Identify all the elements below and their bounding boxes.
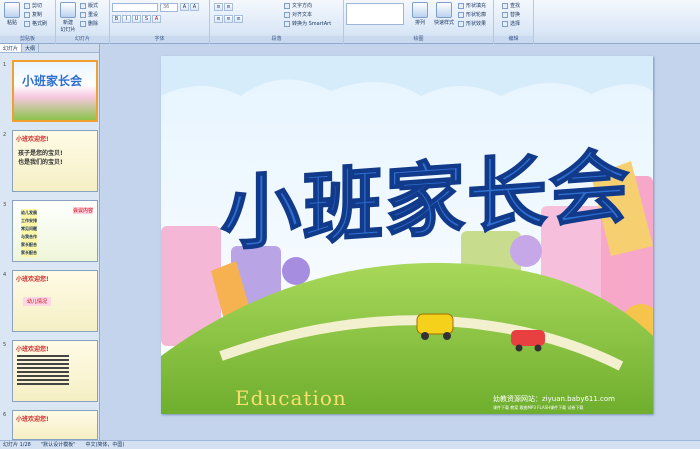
language-indicator[interactable]: 中文(简体，中国) (85, 441, 124, 449)
numbering-button[interactable]: ≡ (224, 3, 233, 11)
slide-panel: 幻灯片 大纲 1 小班家长会 2 小班欢迎您! 孩子是您的宝贝! 也是我们的宝贝!… (0, 44, 100, 440)
strike-button[interactable]: S (142, 15, 151, 23)
font-size-input[interactable]: 36 (160, 3, 178, 12)
text-direction-button[interactable]: 文字方向 (284, 2, 312, 10)
align-left-button[interactable]: ≡ (214, 15, 223, 23)
slide-thumbnail-5[interactable]: 5 小班欢迎您! (2, 340, 98, 402)
font-name-input[interactable] (112, 3, 158, 12)
copy-button[interactable]: 复制 (24, 11, 42, 19)
brush-icon (24, 21, 30, 27)
thumbnail-image: 小班欢迎您! 幼儿情况 (12, 270, 98, 332)
quick-styles-icon (436, 2, 452, 18)
outline-icon (458, 12, 464, 18)
format-painter-button[interactable]: 格式刷 (24, 20, 47, 28)
ribbon: 粘贴 剪切 复制 格式刷 剪贴板 新建 幻灯片 版式 重设 删除 幻灯片 36 A… (0, 0, 700, 44)
drawing-group: 排列 快速样式 形状填充 形状轮廓 形状效果 绘图 (344, 0, 494, 44)
font-group: 36 A A B I U S A 字体 (110, 0, 210, 44)
group-label: 字体 (110, 36, 209, 43)
smartart-icon (284, 21, 290, 27)
reset-button[interactable]: 重设 (80, 11, 98, 19)
reset-icon (80, 12, 86, 18)
shape-outline-button[interactable]: 形状轮廓 (458, 11, 486, 19)
group-label: 段落 (210, 36, 343, 43)
select-icon (502, 21, 508, 27)
slide-editor: 小班家长会 Education 幼教资源网站：ziyuan.baby611.co… (101, 44, 700, 440)
thumbnail-image: 小班欢迎您! (12, 340, 98, 402)
arrange-icon (412, 2, 428, 18)
delete-slide-button[interactable]: 删除 (80, 20, 98, 28)
paste-button[interactable]: 粘贴 (2, 2, 22, 26)
slides-group: 新建 幻灯片 版式 重设 删除 幻灯片 (56, 0, 110, 44)
theme-name: "默认设计模板" (40, 442, 76, 448)
scissors-icon (24, 3, 30, 9)
align-text-icon (284, 12, 290, 18)
effects-icon (458, 21, 464, 27)
cut-button[interactable]: 剪切 (24, 2, 42, 10)
new-slide-icon (60, 2, 76, 18)
clipboard-group: 粘贴 剪切 复制 格式刷 剪贴板 (0, 0, 56, 44)
bullets-button[interactable]: ≡ (214, 3, 223, 11)
layout-icon (80, 3, 86, 9)
thumbnail-image: 小班欢迎您! (12, 410, 98, 440)
group-label: 编辑 (494, 36, 533, 43)
tab-outline[interactable]: 大纲 (22, 44, 40, 52)
shapes-gallery[interactable] (346, 3, 404, 25)
replace-button[interactable]: 替换 (502, 11, 520, 19)
shape-effects-button[interactable]: 形状效果 (458, 20, 486, 28)
current-slide[interactable]: 小班家长会 Education 幼教资源网站：ziyuan.baby611.co… (161, 56, 653, 414)
thumbnail-image: 小班家长会 (12, 60, 98, 122)
group-label: 幻灯片 (56, 36, 109, 43)
underline-button[interactable]: U (132, 15, 141, 23)
smartart-button[interactable]: 转换为 SmartArt (284, 20, 331, 28)
italic-button[interactable]: I (122, 15, 131, 23)
editing-group: 查找 替换 选择 编辑 (494, 0, 534, 44)
shrink-font-button[interactable]: A (190, 3, 199, 11)
replace-icon (502, 12, 508, 18)
copy-icon (24, 12, 30, 18)
arrange-button[interactable]: 排列 (410, 2, 430, 26)
shape-fill-button[interactable]: 形状填充 (458, 2, 486, 10)
watermark-site: 幼教资源网站：ziyuan.baby611.com (493, 395, 616, 403)
slide-thumbnail-2[interactable]: 2 小班欢迎您! 孩子是您的宝贝! 也是我们的宝贝! (2, 130, 98, 192)
tab-slides[interactable]: 幻灯片 (0, 44, 23, 52)
grow-font-button[interactable]: A (180, 3, 189, 11)
font-color-button[interactable]: A (152, 15, 161, 23)
quick-styles-button[interactable]: 快速样式 (432, 2, 456, 26)
slide-thumbnail-6[interactable]: 6 小班欢迎您! (2, 410, 98, 440)
text-direction-icon (284, 3, 290, 9)
thumbnail-image: 幼儿发展 工作安排 常见问题 与我合作 家长配合 家长配合 会议内容 (12, 200, 98, 262)
status-bar: 幻灯片 1/28 "默认设计模板" 中文(简体，中国) (0, 440, 700, 449)
align-text-button[interactable]: 对齐文本 (284, 11, 312, 19)
align-right-button[interactable]: ≡ (234, 15, 243, 23)
panel-tabs: 幻灯片 大纲 (0, 44, 99, 53)
fill-icon (458, 3, 464, 9)
paste-icon (4, 2, 20, 18)
watermark-links: 课件下载 教案 歌曲MP3 FLASH课件下载 试卷下载 (493, 405, 584, 410)
slide-thumbnail-4[interactable]: 4 小班欢迎您! 幼儿情况 (2, 270, 98, 332)
align-center-button[interactable]: ≡ (224, 15, 233, 23)
group-label: 绘图 (344, 36, 493, 43)
slide-thumbnail-3[interactable]: 3 幼儿发展 工作安排 常见问题 与我合作 家长配合 家长配合 会议内容 (2, 200, 98, 262)
layout-button[interactable]: 版式 (80, 2, 98, 10)
select-button[interactable]: 选择 (502, 20, 520, 28)
slide-counter: 幻灯片 1/28 (3, 442, 31, 448)
bold-button[interactable]: B (112, 15, 121, 23)
paragraph-group: ≡ ≡ ≡ ≡ ≡ 文字方向 对齐文本 转换为 SmartArt 段落 (210, 0, 344, 44)
find-button[interactable]: 查找 (502, 2, 520, 10)
thumbnail-image: 小班欢迎您! 孩子是您的宝贝! 也是我们的宝贝! (12, 130, 98, 192)
find-icon (502, 3, 508, 9)
slide-thumbnail-1[interactable]: 1 小班家长会 (2, 60, 98, 122)
delete-icon (80, 21, 86, 27)
new-slide-button[interactable]: 新建 幻灯片 (58, 2, 78, 33)
group-label: 剪贴板 (0, 36, 55, 43)
education-text: Education (235, 386, 347, 410)
